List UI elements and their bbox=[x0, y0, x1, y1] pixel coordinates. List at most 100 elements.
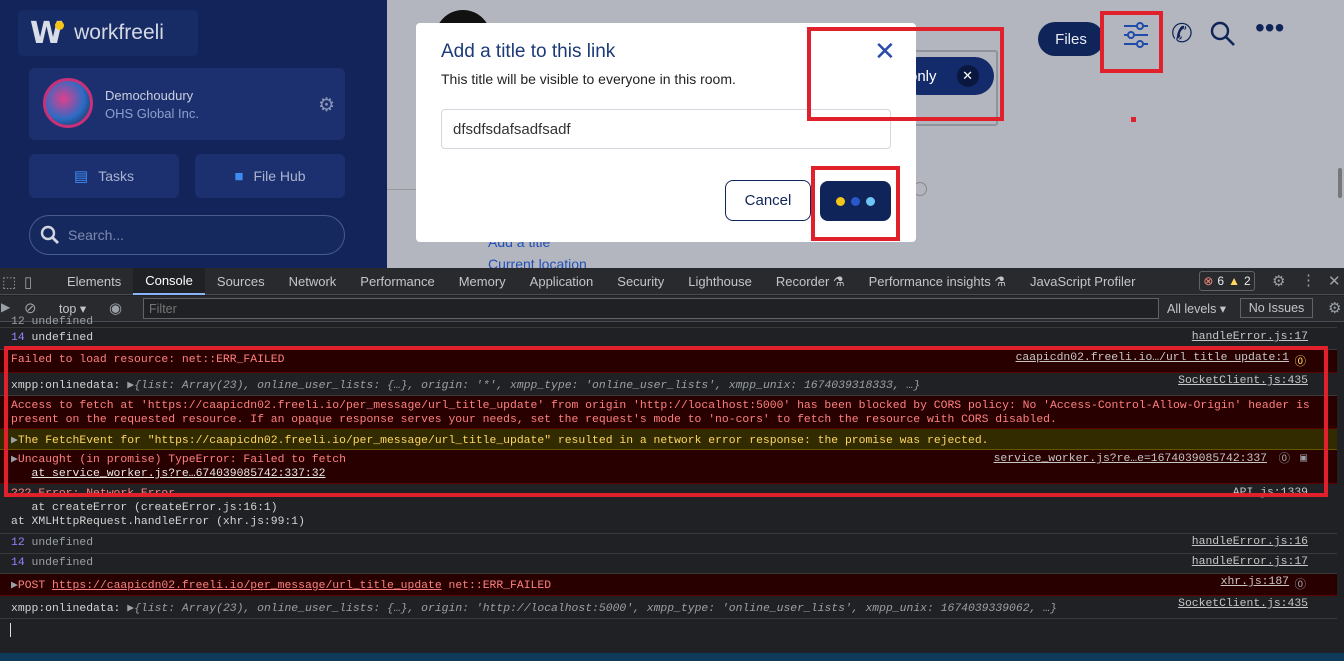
source-link[interactable]: SocketClient.js:435 bbox=[1178, 375, 1308, 387]
console-row-error: ▶POST https://caapicdn02.freeli.io/per_m… bbox=[0, 574, 1337, 596]
cancel-button[interactable]: Cancel bbox=[725, 180, 811, 221]
row-text: Access to fetch at 'https://caapicdn02.f… bbox=[11, 400, 1310, 412]
row-text: Failed to load resource: net::ERR_FAILED bbox=[11, 354, 285, 366]
tab-memory[interactable]: Memory bbox=[447, 268, 518, 295]
logo-mark-icon: W bbox=[30, 16, 65, 51]
network-icon[interactable]: ⓪ bbox=[1279, 453, 1290, 467]
search-icon[interactable] bbox=[1209, 20, 1237, 52]
tasks-icon: ▤ bbox=[74, 168, 89, 185]
row-text[interactable]: {list: Array(23), online_user_lists: {…}… bbox=[134, 603, 1057, 615]
source-link[interactable]: handleError.js:17 bbox=[1192, 331, 1308, 343]
issue-counter[interactable]: ⊗ 6 ▲ 2 bbox=[1199, 271, 1255, 291]
tab-console[interactable]: Console bbox=[133, 268, 205, 295]
console-row: ??? Error: Network Error API.js:1339 at c… bbox=[0, 484, 1337, 534]
files-button[interactable]: Files bbox=[1038, 22, 1104, 56]
console-row-warning: ▶The FetchEvent for "https://caapicdn02.… bbox=[0, 429, 1337, 450]
scrollbar[interactable] bbox=[1338, 168, 1342, 198]
title-input[interactable] bbox=[441, 109, 891, 149]
avatar[interactable] bbox=[43, 78, 93, 128]
network-icon[interactable]: ⓪ bbox=[1295, 576, 1306, 592]
close-icon[interactable]: ✕ bbox=[874, 38, 896, 64]
console-row: 14 undefined handleError.js:17 bbox=[0, 329, 1337, 350]
repeat-count: 12 bbox=[11, 537, 25, 549]
gear-icon[interactable]: ⚙ bbox=[318, 94, 335, 117]
error-icon: ⊗ bbox=[1203, 274, 1214, 288]
console-row: 12 undefined handleError.js:16 bbox=[0, 534, 1337, 554]
file-hub-button[interactable]: ■ File Hub bbox=[195, 154, 345, 198]
filter-settings-icon[interactable] bbox=[1121, 20, 1151, 54]
row-text: undefined bbox=[31, 332, 94, 344]
context-select[interactable]: top ▾ bbox=[59, 301, 86, 316]
levels-dropdown[interactable]: All levels ▾ bbox=[1167, 301, 1226, 316]
device-toolbar-icon[interactable]: ▯ bbox=[24, 273, 32, 291]
user-org: OHS Global Inc. bbox=[105, 106, 199, 121]
request-url[interactable]: https://caapicdn02.freeli.io/per_message… bbox=[52, 580, 442, 592]
sidebar-toggle-icon[interactable]: ▶ bbox=[1, 300, 10, 314]
row-text: The FetchEvent for "https://caapicdn02.f… bbox=[17, 435, 989, 447]
source-link[interactable]: SocketClient.js:435 bbox=[1178, 598, 1308, 610]
tab-application[interactable]: Application bbox=[518, 268, 606, 295]
expand-icon[interactable]: ▶ bbox=[11, 580, 18, 592]
console-row: 12 undefined bbox=[0, 316, 1337, 328]
source-link[interactable]: caapicdn02.freeli.io…/url title update:1 bbox=[1016, 352, 1289, 364]
tab-sources[interactable]: Sources bbox=[205, 268, 277, 295]
expand-icon[interactable]: ▶ bbox=[11, 435, 18, 447]
row-text-cont: present on the requested resource. If an… bbox=[11, 414, 1057, 426]
more-icon[interactable]: ••• bbox=[1255, 14, 1284, 42]
source-link[interactable]: xhr.js:187 bbox=[1221, 576, 1289, 588]
inspect-icon[interactable]: ⬚ bbox=[2, 273, 16, 291]
tab-network[interactable]: Network bbox=[277, 268, 349, 295]
source-link[interactable]: handleError.js:17 bbox=[1192, 556, 1308, 568]
row-text: undefined bbox=[31, 537, 94, 549]
profile-card[interactable]: Demochoudury OHS Global Inc. ⚙ bbox=[29, 68, 345, 140]
sidebar-search[interactable]: Search... bbox=[29, 215, 345, 255]
console-output: 12 undefined 14 undefined handleError.js:… bbox=[0, 316, 1344, 658]
source-link[interactable]: API.js:1339 bbox=[1233, 486, 1308, 500]
close-icon[interactable]: ✕ bbox=[956, 65, 979, 87]
phone-icon[interactable]: ✆ bbox=[1171, 20, 1193, 46]
tab-js-profiler[interactable]: JavaScript Profiler bbox=[1018, 268, 1147, 295]
issues-button[interactable]: No Issues bbox=[1240, 298, 1313, 318]
tab-performance-insights[interactable]: Performance insights ⚗ bbox=[857, 268, 1018, 295]
clear-console-icon[interactable]: ⊘ bbox=[24, 299, 37, 317]
comment-icon[interactable]: ▣ bbox=[1300, 452, 1307, 466]
stack-line[interactable]: at createError (createError.js:16:1) bbox=[11, 502, 278, 514]
save-button-loading[interactable] bbox=[820, 181, 891, 221]
tab-lighthouse[interactable]: Lighthouse bbox=[676, 268, 764, 295]
tasks-label: Tasks bbox=[98, 168, 134, 184]
warning-icon: ▲ bbox=[1228, 274, 1240, 288]
source-link[interactable]: service_worker.js?re…e=1674039085742:337 bbox=[994, 452, 1267, 466]
console-row-error: Access to fetch at 'https://caapicdn02.f… bbox=[0, 396, 1337, 429]
console-prompt-cursor[interactable] bbox=[10, 623, 11, 637]
tab-security[interactable]: Security bbox=[605, 268, 676, 295]
sidebar: W workfreeli Demochoudury OHS Global Inc… bbox=[0, 0, 387, 268]
source-link[interactable]: handleError.js:16 bbox=[1192, 536, 1308, 548]
logo[interactable]: W workfreeli bbox=[18, 10, 198, 56]
stack-link[interactable]: at service_worker.js?re…674039085742:337… bbox=[32, 468, 326, 480]
search-placeholder: Search... bbox=[68, 227, 125, 243]
tab-performance[interactable]: Performance bbox=[348, 268, 446, 295]
user-name: Demochoudury bbox=[105, 88, 194, 103]
devtools-panel: ⬚ ▯ Elements Console Sources Network Per… bbox=[0, 268, 1344, 661]
row-text: 12 undefined bbox=[11, 316, 94, 328]
kebab-icon[interactable]: ⋮ bbox=[1301, 271, 1316, 289]
folder-icon: ■ bbox=[234, 167, 244, 185]
eye-icon[interactable]: ◉ bbox=[109, 299, 122, 317]
row-text[interactable]: {list: Array(23), online_user_lists: {…}… bbox=[134, 380, 920, 392]
tab-recorder[interactable]: Recorder ⚗ bbox=[764, 268, 857, 295]
tab-elements[interactable]: Elements bbox=[55, 268, 133, 295]
gear-icon[interactable]: ⚙ bbox=[1272, 272, 1285, 290]
search-icon bbox=[40, 225, 59, 244]
close-icon[interactable]: ✕ bbox=[1328, 272, 1341, 290]
loading-dot bbox=[866, 196, 875, 206]
expand-icon[interactable]: ▶ bbox=[11, 454, 18, 466]
dialog-title: Add a title to this link bbox=[441, 41, 616, 62]
network-icon[interactable]: ⓪ bbox=[1295, 353, 1306, 369]
logo-text: workfreeli bbox=[74, 21, 164, 44]
loading-dot bbox=[851, 196, 860, 206]
stack-line[interactable]: at XMLHttpRequest.handleError (xhr.js:99… bbox=[11, 516, 305, 528]
gear-icon[interactable]: ⚙ bbox=[1328, 299, 1341, 317]
tasks-button[interactable]: ▤ Tasks bbox=[29, 154, 179, 198]
console-row: xmpp:onlinedata: ▶{list: Array(23), onli… bbox=[0, 596, 1337, 619]
current-location-link[interactable]: Current location bbox=[488, 256, 587, 268]
